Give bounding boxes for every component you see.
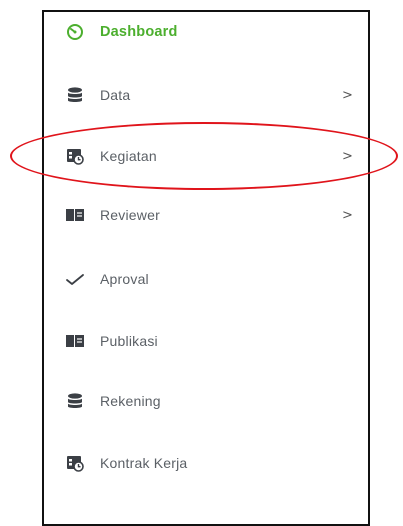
sidebar-item-label: Rekening xyxy=(100,393,161,409)
sidebar-item-reviewer[interactable]: Reviewer > xyxy=(64,200,364,230)
sidebar-item-aproval[interactable]: Aproval xyxy=(64,264,364,294)
sidebar-item-label: Publikasi xyxy=(100,333,158,349)
check-icon xyxy=(64,268,86,290)
sidebar-item-label: Kontrak Kerja xyxy=(100,455,188,471)
sidebar-item-label: Data xyxy=(100,87,131,103)
database-icon xyxy=(64,84,86,106)
book-icon xyxy=(64,204,86,226)
sidebar-item-label: Dashboard xyxy=(100,24,178,40)
calendar-clock-icon xyxy=(64,452,86,474)
sidebar-item-label: Kegiatan xyxy=(100,148,157,164)
sidebar-item-rekening[interactable]: Rekening xyxy=(64,386,364,416)
dashboard-gauge-icon xyxy=(64,21,86,43)
chevron-right-icon: > xyxy=(342,149,353,164)
chevron-right-icon: > xyxy=(342,88,353,103)
calendar-clock-icon xyxy=(64,145,86,167)
book-icon xyxy=(64,330,86,352)
sidebar-item-publikasi[interactable]: Publikasi xyxy=(64,326,364,356)
sidebar-item-label: Reviewer xyxy=(100,207,160,223)
sidebar-item-kegiatan[interactable]: Kegiatan > xyxy=(64,141,364,171)
sidebar-item-label: Aproval xyxy=(100,271,149,287)
chevron-right-icon: > xyxy=(342,208,353,223)
sidebar-item-kontrak-kerja[interactable]: Kontrak Kerja xyxy=(64,448,364,478)
sidebar-item-data[interactable]: Data > xyxy=(64,80,364,110)
sidebar-item-dashboard[interactable]: Dashboard xyxy=(64,17,364,47)
database-icon xyxy=(64,390,86,412)
